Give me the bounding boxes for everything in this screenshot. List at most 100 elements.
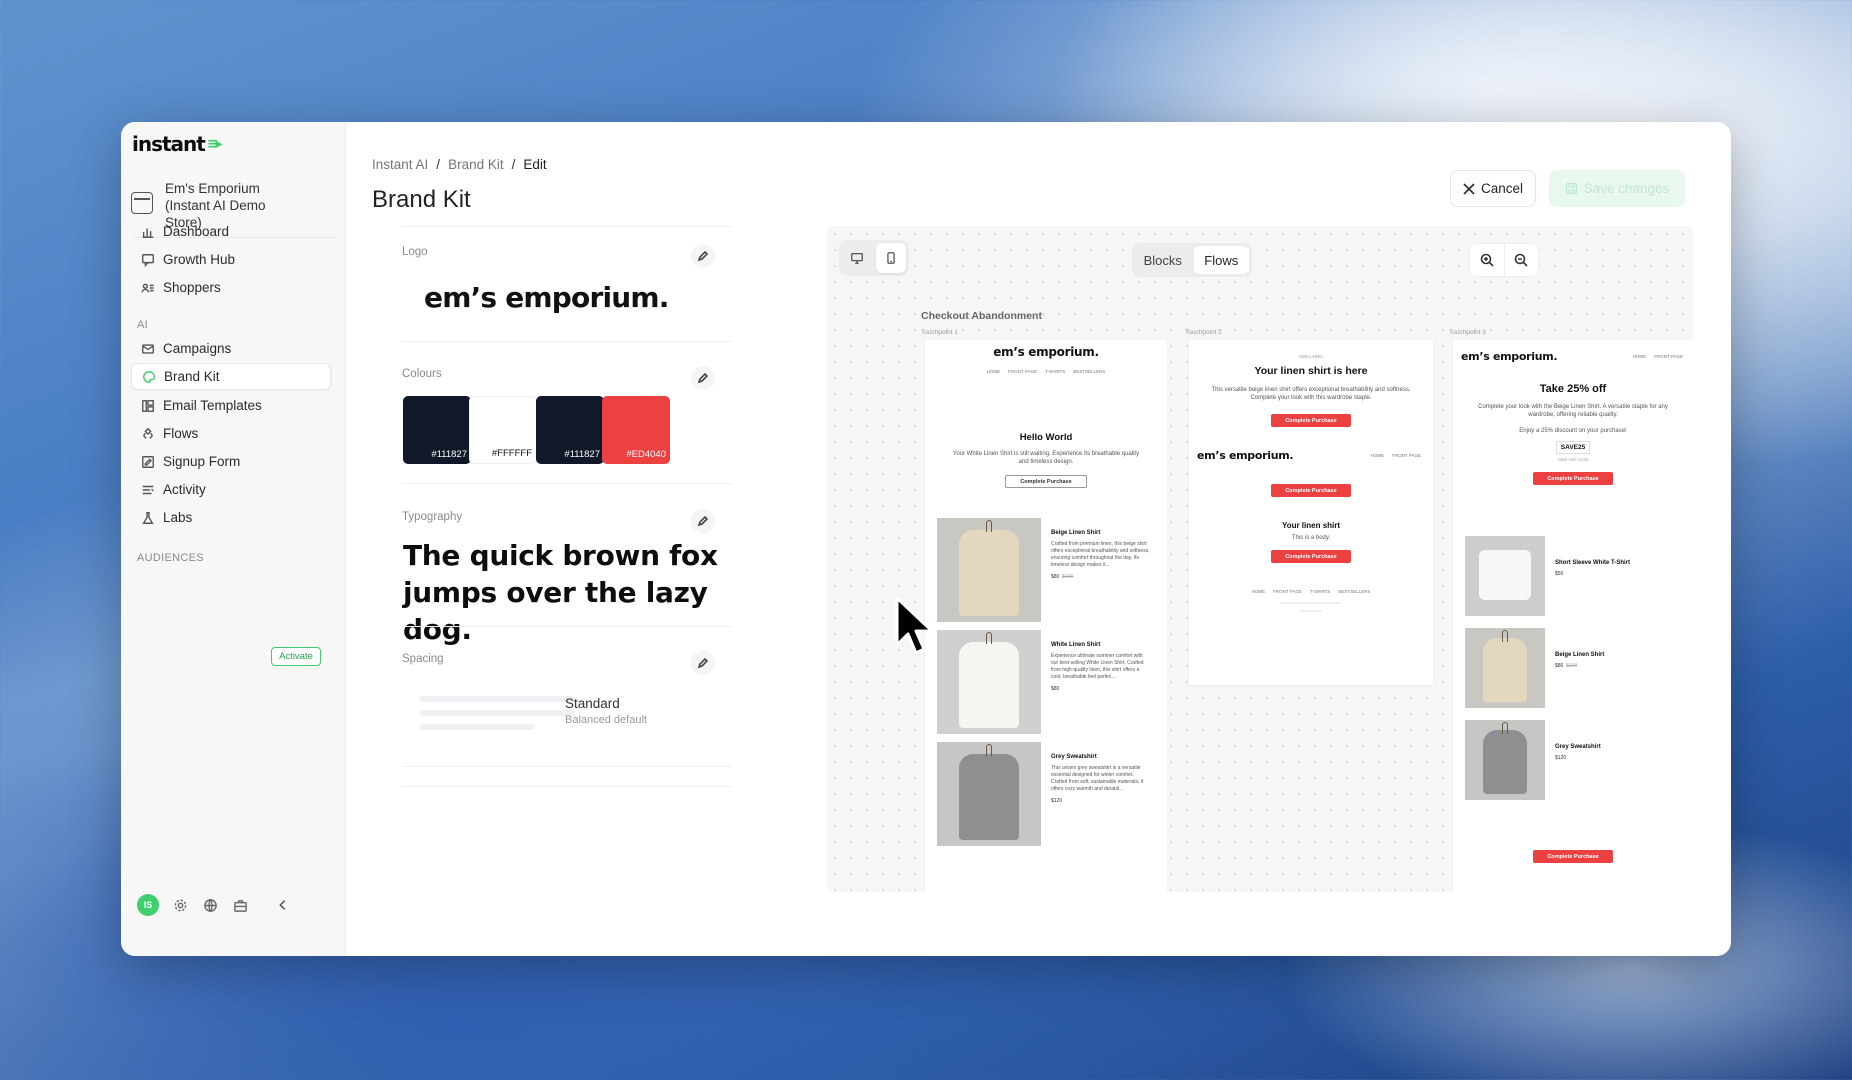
sidebar-item-label: Activity	[163, 482, 206, 497]
breadcrumb-item[interactable]: Instant AI	[372, 157, 428, 172]
sidebar-item-label: Email Templates	[163, 398, 262, 413]
zoom-out-button[interactable]	[1503, 244, 1539, 276]
view-toggle: Blocks Flows	[1132, 243, 1252, 277]
colour-swatch[interactable]: #111827	[403, 396, 471, 464]
briefcase-button[interactable]	[231, 896, 249, 914]
product-price: $120	[1051, 798, 1063, 804]
spacing-preview-bar	[419, 710, 575, 716]
activity-icon	[142, 485, 154, 494]
edit-logo-button[interactable]	[691, 244, 715, 268]
collapse-sidebar-button[interactable]	[276, 898, 292, 914]
save-changes-button[interactable]: Save changes	[1549, 170, 1685, 207]
swatch-hex: #ED4040	[626, 449, 666, 460]
edit-typography-button[interactable]	[691, 509, 715, 533]
discount-code: SAVE25	[1556, 441, 1590, 454]
cancel-button[interactable]: Cancel	[1450, 170, 1536, 207]
typography-sample: The quick brown fox jumps over the lazy …	[403, 539, 718, 646]
tab-blocks[interactable]: Blocks	[1135, 246, 1191, 274]
email-preview-canvas[interactable]: Blocks Flows Checkout Abandonment Touchp…	[827, 226, 1693, 892]
product-description: This unisex grey sweatshirt is a versati…	[1051, 765, 1144, 792]
email-nav-item: T-SHIRTS	[1309, 589, 1331, 594]
pencil-icon	[697, 372, 709, 384]
product-image	[937, 630, 1041, 734]
sidebar-item-flows[interactable]: Flows	[131, 420, 331, 447]
zoom-out-icon	[1514, 253, 1528, 267]
sidebar: instant ≡▸ Em's Emporium (Instant AI Demo…	[121, 122, 346, 956]
breadcrumb-item[interactable]: Brand Kit	[448, 157, 504, 172]
sidebar-item-activity[interactable]: Activity	[131, 476, 331, 503]
sidebar-item-label: Signup Form	[163, 454, 241, 469]
email-preview-touchpoint-2[interactable]: ADD LABEL Your linen shirt is here This …	[1189, 340, 1433, 685]
product-price: $120	[1555, 755, 1567, 761]
activate-audiences-button[interactable]: Activate	[271, 647, 321, 666]
touchpoint-label: Touchpoint 2	[1185, 329, 1222, 336]
tab-flows[interactable]: Flows	[1193, 246, 1249, 274]
email-cta-button: Complete Purchase	[1005, 475, 1087, 488]
instant-logo[interactable]: instant ≡▸	[132, 132, 223, 156]
sidebar-item-growth-hub[interactable]: Growth Hub	[131, 246, 331, 273]
email-nav-item: HOME	[1370, 453, 1385, 458]
email-cta-button: Complete Purchase	[1271, 550, 1351, 563]
colours-section-label: Colours	[402, 368, 442, 380]
pencil-icon	[697, 250, 709, 262]
email-nav-item: HOME	[1632, 354, 1647, 359]
sidebar-item-labs[interactable]: Labs	[131, 504, 331, 531]
swatch-hex: #111827	[564, 449, 600, 460]
email-preview-touchpoint-3[interactable]: em’s emporium. HOME FRONT PAGE Take 25% …	[1453, 340, 1693, 892]
edit-colours-button[interactable]	[691, 366, 715, 390]
swatch-hex: #111827	[431, 449, 467, 460]
mobile-view-button[interactable]	[875, 243, 906, 273]
product-row: Grey Sweatshirt This unisex grey sweatsh…	[937, 742, 1151, 846]
email-preview-touchpoint-1[interactable]: em’s emporium. HOME FRONT PAGE T-SHIRTS …	[925, 340, 1167, 892]
breadcrumb-current: Edit	[523, 157, 547, 172]
globe-icon	[203, 898, 217, 912]
desktop-view-button[interactable]	[842, 243, 873, 273]
email-cta-button: Complete Purchase	[1271, 414, 1351, 427]
sidebar-item-email-templates[interactable]: Email Templates	[131, 392, 331, 419]
product-price: $80	[1555, 663, 1564, 669]
edit-spacing-button[interactable]	[691, 651, 715, 675]
swatch-hex: #FFFFFF	[491, 448, 532, 459]
product-image	[1465, 720, 1545, 800]
page-title: Brand Kit	[372, 186, 471, 213]
product-image	[1465, 536, 1545, 616]
colour-swatch[interactable]: #FFFFFF	[469, 396, 537, 464]
sidebar-item-campaigns[interactable]: Campaigns	[131, 335, 331, 362]
email-cta-button: Complete Purchase	[1533, 850, 1613, 863]
colour-swatch[interactable]: #ED4040	[602, 396, 670, 464]
store-icon	[131, 192, 153, 214]
product-old-price: $100	[1566, 663, 1578, 669]
briefcase-icon	[233, 899, 247, 912]
email-nav: HOME FRONT PAGE T-SHIRTS BESTSELLERS	[925, 369, 1167, 374]
language-button[interactable]	[201, 896, 219, 914]
zoom-in-button[interactable]	[1470, 244, 1504, 276]
product-row: Grey Sweatshirt $120	[1465, 720, 1601, 800]
sidebar-item-shoppers[interactable]: Shoppers	[131, 274, 331, 301]
product-row: White Linen Shirt Experience ultimate su…	[937, 630, 1151, 734]
sidebar-item-label: Brand Kit	[164, 369, 220, 384]
typography-section-label: Typography	[402, 511, 463, 523]
flow-title: Checkout Abandonment	[921, 310, 1042, 322]
settings-button[interactable]	[171, 896, 189, 914]
chevron-left-icon	[279, 900, 286, 910]
colour-swatch[interactable]: #111827	[536, 396, 604, 464]
sidebar-item-signup-form[interactable]: Signup Form	[131, 448, 331, 475]
zoom-in-icon	[1480, 253, 1494, 267]
zoom-controls	[1469, 243, 1539, 277]
breadcrumb-separator: /	[511, 157, 516, 172]
spacing-description: Balanced default	[565, 714, 647, 726]
email-nav-item: T-SHIRTS	[1044, 369, 1066, 374]
sidebar-item-dashboard[interactable]: Dashboard	[131, 218, 331, 245]
product-name: Beige Linen Shirt	[1051, 530, 1101, 536]
brand-kit-panel: Logo em’s emporium. Colours #111827 #FFF…	[372, 226, 792, 906]
palette-icon	[143, 370, 155, 383]
email-discount-text: Enjoy a 25% discount on your purchase!	[1519, 428, 1627, 434]
product-image	[937, 742, 1041, 846]
breadcrumb: Instant AI / Brand Kit / Edit	[372, 157, 547, 172]
flask-icon	[142, 511, 154, 524]
email-sub-body: This is a body.	[1291, 535, 1331, 541]
avatar[interactable]: IS	[137, 894, 159, 916]
product-description: Experience ultimate summer comfort with …	[1051, 653, 1144, 680]
email-nav-item: FRONT PAGE	[1392, 453, 1421, 458]
sidebar-item-brand-kit[interactable]: Brand Kit	[131, 363, 331, 390]
